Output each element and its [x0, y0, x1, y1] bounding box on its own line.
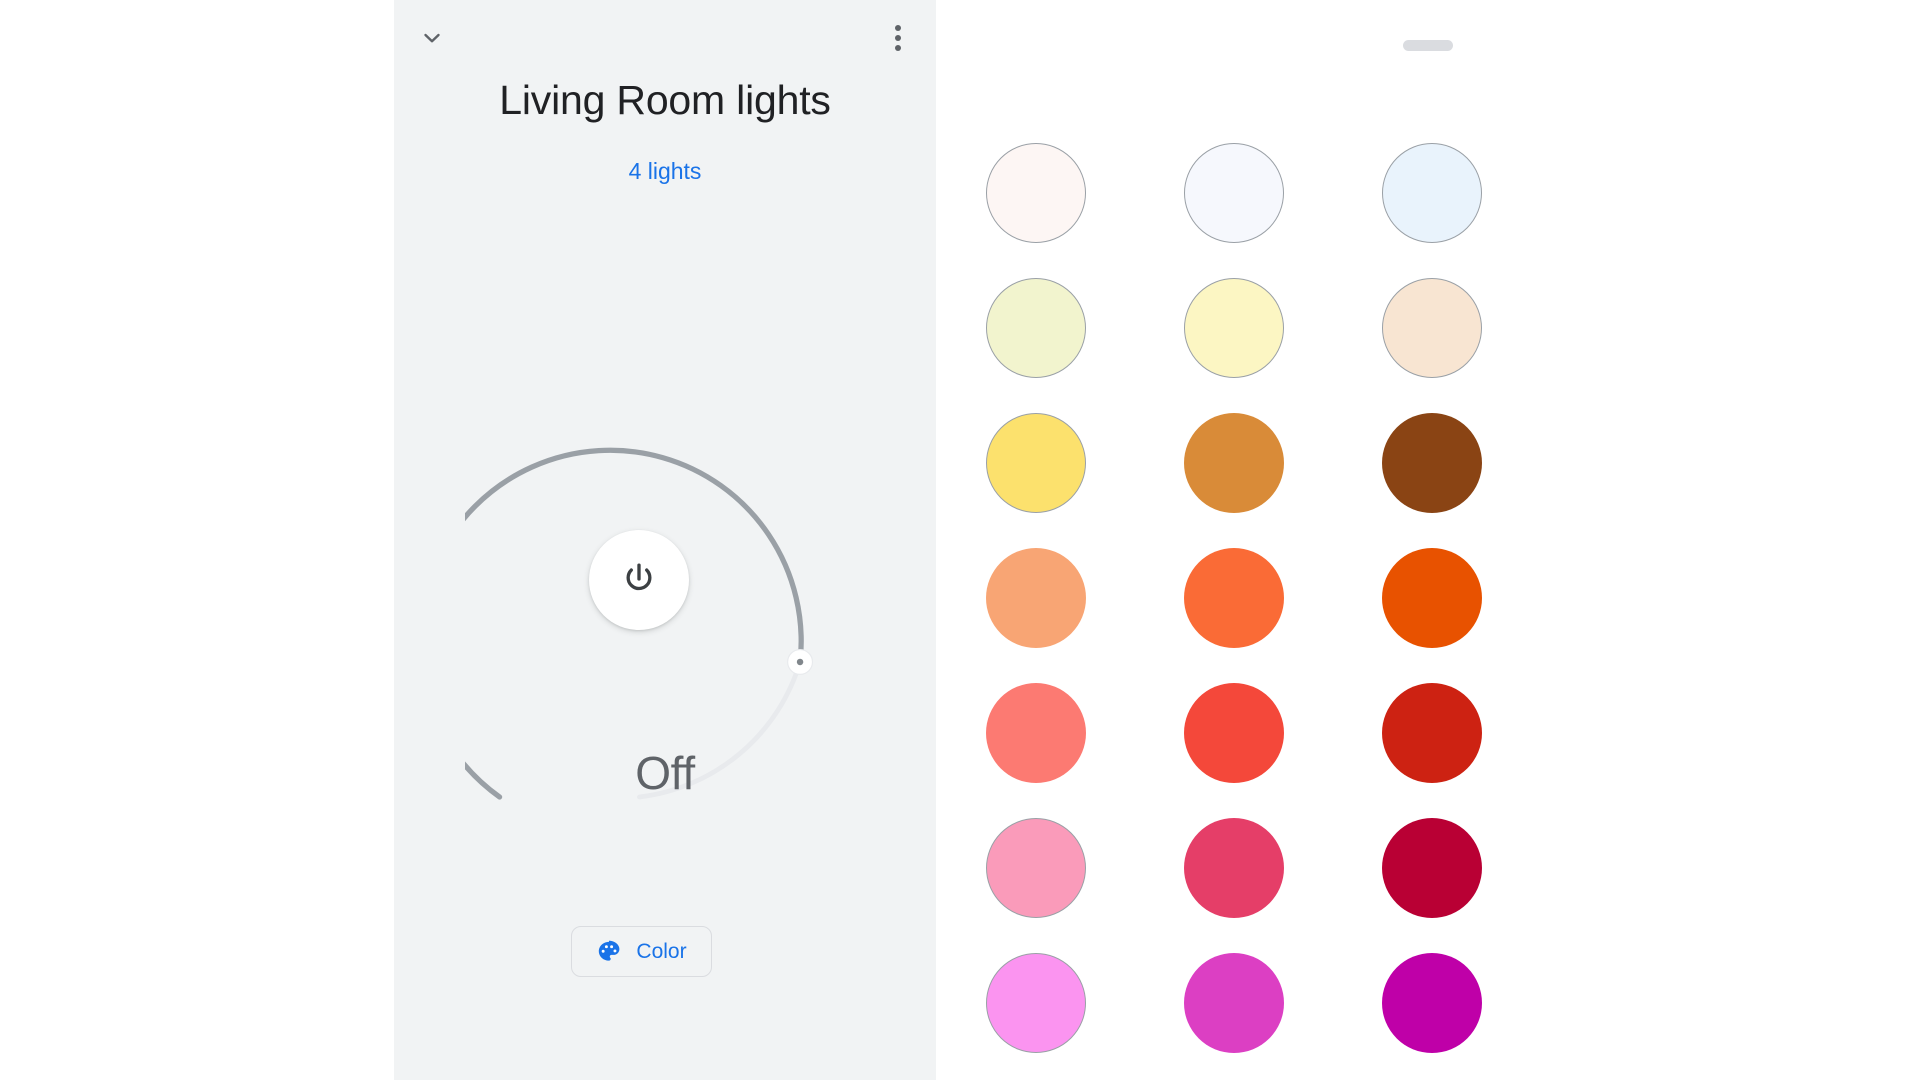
color-swatch-deep-magenta[interactable] [1382, 952, 1482, 1053]
color-swatch-cool-white[interactable] [1184, 142, 1284, 243]
color-swatch-ice-blue[interactable] [1382, 142, 1482, 243]
color-swatch-red[interactable] [1184, 682, 1284, 783]
color-swatch-pale-peach[interactable] [1382, 277, 1482, 378]
screen-root: Living Room lights 4 lights Off Color [0, 0, 1920, 1080]
device-control-panel: Living Room lights 4 lights Off Color [394, 0, 936, 1080]
color-swatch-brown[interactable] [1382, 412, 1482, 513]
overflow-menu-button[interactable] [876, 16, 920, 60]
color-swatch-deep-pink[interactable] [1184, 817, 1284, 918]
color-swatch-coral[interactable] [986, 682, 1086, 783]
dial-handle[interactable] [787, 648, 814, 675]
power-toggle-button[interactable] [589, 530, 689, 630]
more-vert-icon [895, 25, 901, 51]
color-swatch-pale-lime[interactable] [986, 277, 1086, 378]
collapse-button[interactable] [410, 16, 454, 60]
color-swatch-light-salmon[interactable] [986, 547, 1086, 648]
power-state-label: Off [635, 747, 695, 799]
color-swatch-warm-white[interactable] [986, 142, 1086, 243]
light-count-link[interactable]: 4 lights [394, 157, 936, 185]
power-icon [626, 563, 652, 591]
color-swatch-magenta[interactable] [1184, 952, 1284, 1053]
palette-icon [599, 940, 620, 961]
color-button-label: Color [636, 939, 687, 963]
color-swatch-crimson[interactable] [1382, 817, 1482, 918]
color-swatch-pink[interactable] [986, 817, 1086, 918]
color-button[interactable]: Color [571, 926, 712, 977]
color-swatch-pale-yellow[interactable] [1184, 277, 1284, 378]
color-picker-sheet [936, 0, 1920, 1080]
page-title: Living Room lights [499, 77, 831, 123]
color-swatch-orange[interactable] [1184, 547, 1284, 648]
color-swatch-dark-red[interactable] [1382, 682, 1482, 783]
color-swatch-deep-orange[interactable] [1382, 547, 1482, 648]
color-swatch-light-magenta[interactable] [986, 952, 1086, 1053]
color-swatch-amber[interactable] [1184, 412, 1284, 513]
chevron-down-icon [424, 33, 440, 43]
color-swatch-grid [937, 125, 1531, 1070]
color-swatch-yellow[interactable] [986, 412, 1086, 513]
sheet-drag-handle[interactable] [1403, 40, 1453, 51]
